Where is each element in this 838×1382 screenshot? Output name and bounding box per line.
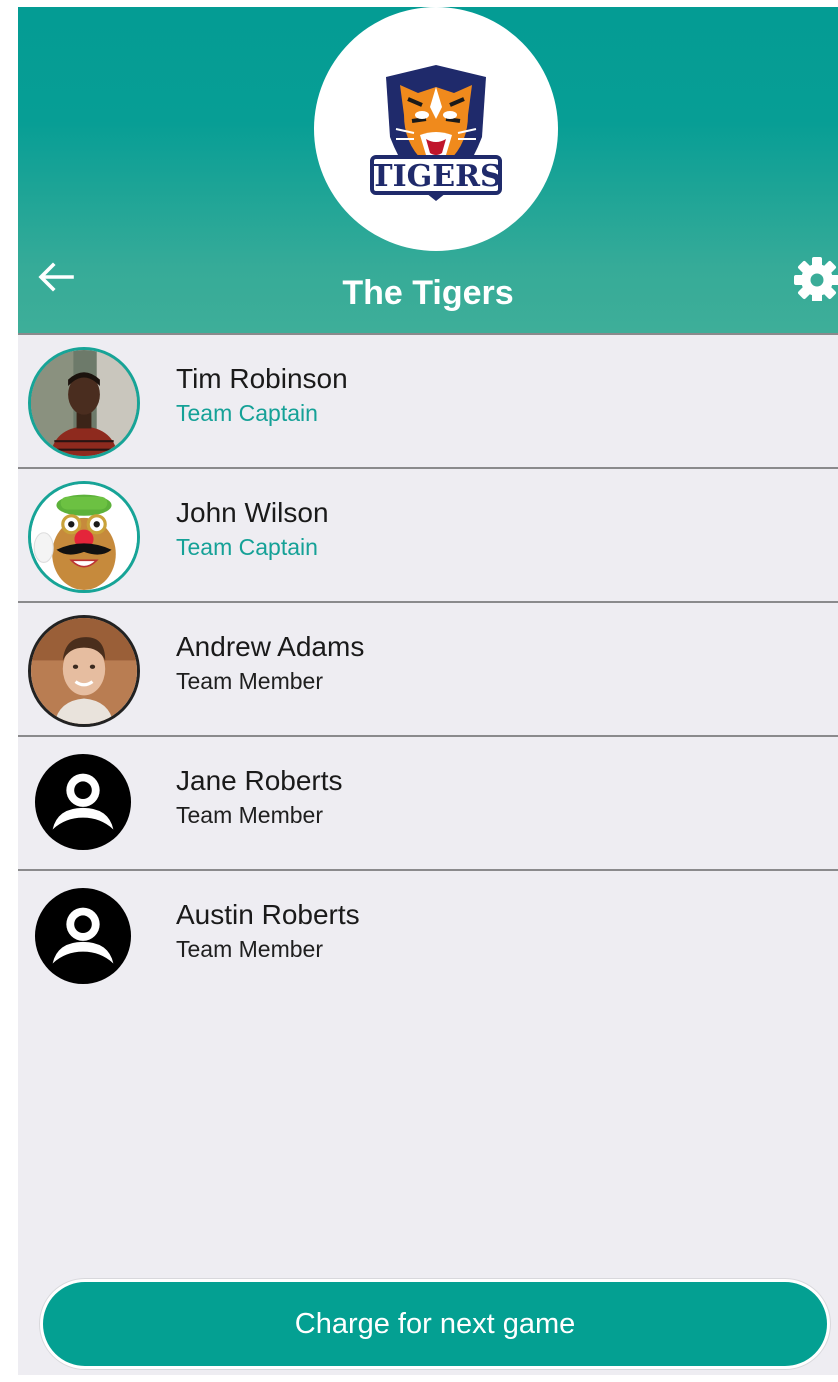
member-name: John Wilson — [176, 497, 329, 528]
back-button[interactable] — [32, 253, 80, 301]
member-role: Team Captain — [176, 534, 318, 560]
logo-text: TIGERS — [370, 159, 501, 194]
arrow-left-icon — [38, 262, 74, 292]
member-row[interactable]: Austin Roberts Team Member — [18, 869, 838, 1001]
user-circle-icon — [34, 753, 132, 851]
member-row[interactable]: John Wilson Team Captain — [18, 467, 838, 601]
member-role: Team Member — [176, 668, 323, 694]
user-circle-icon — [34, 887, 132, 985]
page-title: The Tigers — [342, 274, 514, 312]
settings-button[interactable] — [794, 253, 838, 301]
person-photo-icon — [31, 618, 137, 724]
member-list: Tim Robinson Team Captain John Wilson Te… — [18, 333, 838, 1001]
member-row[interactable]: Tim Robinson Team Captain — [18, 333, 838, 467]
charge-for-next-game-button[interactable]: Charge for next game — [40, 1279, 830, 1369]
team-header: TIGERS The Tigers — [18, 7, 838, 333]
member-name: Jane Roberts — [176, 765, 343, 796]
avatar — [28, 481, 140, 593]
member-name: Austin Roberts — [176, 899, 360, 930]
tiger-logo-icon: TIGERS — [370, 65, 502, 201]
avatar — [28, 615, 140, 727]
member-row[interactable]: Andrew Adams Team Member — [18, 601, 838, 735]
avatar — [34, 887, 132, 985]
team-logo: TIGERS — [314, 7, 558, 251]
member-row[interactable]: Jane Roberts Team Member — [18, 735, 838, 869]
avatar — [34, 753, 132, 851]
member-role: Team Captain — [176, 400, 318, 426]
person-photo-icon — [31, 350, 137, 456]
member-name: Tim Robinson — [176, 363, 348, 394]
member-name: Andrew Adams — [176, 631, 365, 662]
member-role: Team Member — [176, 802, 323, 828]
toy-character-photo-icon — [31, 484, 137, 590]
team-screen: TIGERS The Tigers Tim Robinson Team Capt… — [18, 7, 838, 1375]
gear-icon — [794, 257, 838, 301]
avatar — [28, 347, 140, 459]
member-role: Team Member — [176, 936, 323, 962]
